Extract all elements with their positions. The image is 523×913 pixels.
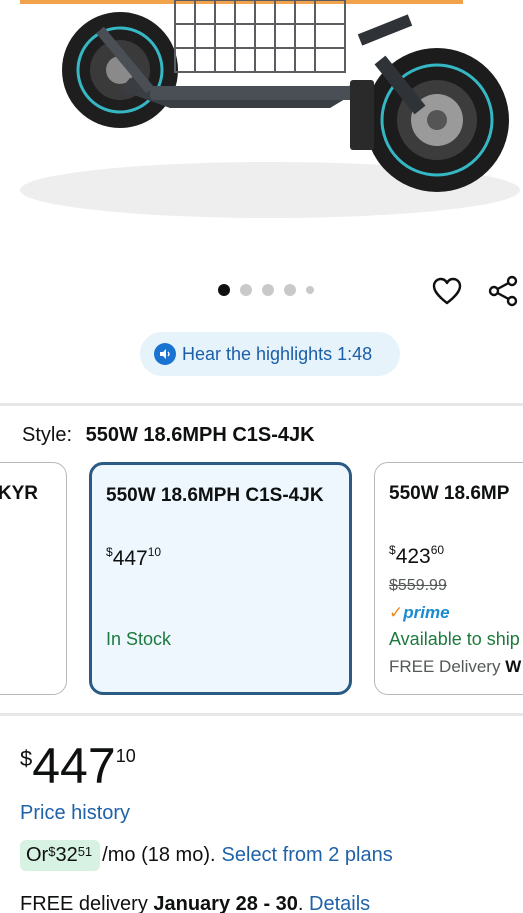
- variant-price: $42360: [389, 543, 445, 568]
- speaker-icon: [154, 343, 176, 365]
- carousel-dot-4[interactable]: [284, 284, 296, 296]
- style-key: Style:: [22, 424, 73, 446]
- variant-stock: In Stock: [106, 629, 172, 649]
- delivery-info: FREE delivery January 28 - 30. Details: [20, 893, 371, 913]
- hear-highlights-label: Hear the highlights 1:48: [182, 343, 373, 364]
- variant-price: $44710: [106, 545, 162, 570]
- variant-availability: Available to ship: [389, 629, 520, 649]
- installment-term: /mo (18 mo).: [102, 844, 216, 866]
- carousel-dots: [218, 284, 314, 296]
- delivery-details-link[interactable]: Details: [309, 893, 370, 913]
- price-fraction: 10: [115, 746, 136, 766]
- price-currency: $: [20, 746, 33, 771]
- prime-check-icon: ✓: [389, 603, 404, 622]
- section-divider: [0, 713, 523, 716]
- variant-card-prev[interactable]: 5-KYR: [0, 462, 67, 695]
- delivery-dates: January 28 - 30: [153, 893, 298, 913]
- installment-highlight: Or $32 51: [20, 840, 101, 871]
- price-display: $ 447 10: [20, 740, 136, 792]
- variant-name: 550W 18.6MP: [389, 483, 510, 504]
- price-history-link[interactable]: Price history: [20, 802, 130, 825]
- variant-card-next[interactable]: 550W 18.6MP $42360 $559.99 ✓prime Availa…: [374, 462, 523, 695]
- hear-highlights-button[interactable]: Hear the highlights 1:48: [140, 332, 400, 376]
- section-divider: [0, 403, 523, 406]
- variant-name: 550W 18.6MPH C1S-4JK: [106, 485, 324, 506]
- variant-name: 5-KYR: [0, 483, 39, 504]
- share-button[interactable]: [486, 274, 520, 308]
- select-plans-link[interactable]: Select from 2 plans: [222, 844, 393, 867]
- carousel-dot-2[interactable]: [240, 284, 252, 296]
- product-image[interactable]: [0, 0, 523, 270]
- scooter-illustration: [20, 0, 520, 218]
- prime-badge: ✓prime: [389, 603, 450, 622]
- wishlist-button[interactable]: [430, 274, 464, 308]
- style-selection: Style: 550W 18.6MPH C1S-4JK: [22, 424, 315, 447]
- carousel-dot-3[interactable]: [262, 284, 274, 296]
- carousel-dot-1[interactable]: [218, 284, 230, 296]
- price-whole: 447: [32, 738, 116, 794]
- heart-icon: [432, 277, 462, 305]
- share-icon: [488, 275, 518, 307]
- carousel-dot-5[interactable]: [306, 286, 314, 294]
- variant-list-price: $559.99: [389, 577, 447, 594]
- variant-card-selected[interactable]: 550W 18.6MPH C1S-4JK $44710 In Stock: [89, 462, 352, 695]
- style-value: 550W 18.6MPH C1S-4JK: [85, 424, 315, 446]
- variant-delivery: FREE Delivery W: [389, 657, 522, 676]
- installment-plans: Or $32 51 /mo (18 mo). Select from 2 plan…: [20, 840, 393, 871]
